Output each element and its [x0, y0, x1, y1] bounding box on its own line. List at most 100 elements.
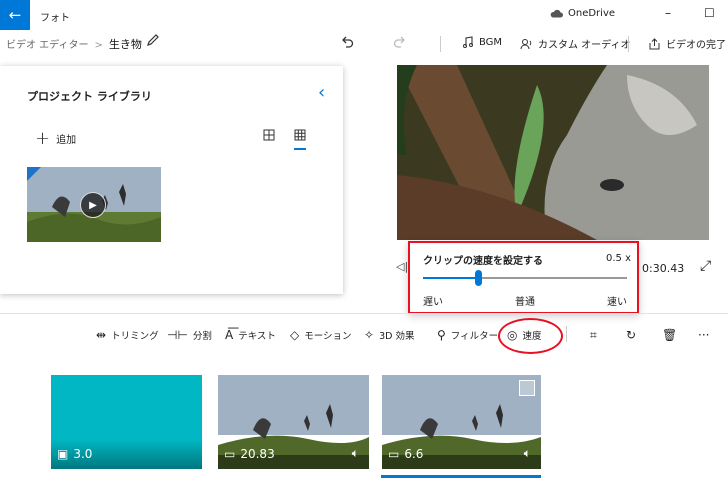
- project-library-panel: プロジェクト ライブラリ ‹ + 追加 ▶: [0, 66, 343, 294]
- breadcrumb-parent[interactable]: ビデオ エディター: [6, 40, 88, 51]
- motion-label: モーション: [304, 331, 352, 342]
- rewind-icon: ◁|: [396, 260, 409, 273]
- onedrive-label: OneDrive: [568, 8, 616, 19]
- toolbar-divider: [566, 326, 567, 342]
- export-icon: [649, 37, 660, 49]
- back-arrow-icon: ←: [8, 6, 22, 24]
- trim-icon: ⇹: [96, 328, 107, 342]
- trim-button[interactable]: ⇹ トリミング: [96, 328, 159, 342]
- 3d-effects-label: 3D 効果: [379, 331, 415, 342]
- more-options-button[interactable]: ···: [698, 328, 709, 342]
- clip-speed-popup: クリップの速度を設定する 0.5 x 遅い 普通 速い: [408, 241, 639, 314]
- large-grid-view-button[interactable]: [263, 129, 275, 145]
- clip-duration: ▭ 6.6: [388, 447, 423, 461]
- toolbar-divider: [440, 36, 441, 52]
- filter-button[interactable]: ⚲ フィルター: [437, 328, 498, 342]
- minimize-button[interactable]: –: [665, 6, 671, 20]
- bgm-label: BGM: [479, 36, 503, 48]
- motion-icon: ◇: [290, 328, 300, 342]
- 3d-effects-button[interactable]: ✧ 3D 効果: [364, 328, 414, 342]
- filter-label: フィルター: [450, 331, 499, 342]
- breadcrumb: ビデオ エディター > 生き物: [6, 36, 142, 52]
- sparkle-icon: ✧: [364, 328, 375, 342]
- video-preview[interactable]: [397, 65, 709, 240]
- chevron-left-icon: ‹: [318, 82, 326, 103]
- timeline-clip[interactable]: ▣ 3.0: [51, 375, 202, 469]
- clip-duration-value: 3.0: [73, 447, 93, 461]
- finish-video-button[interactable]: ビデオの完了: [648, 36, 726, 51]
- rotate-icon: ↻: [626, 328, 637, 342]
- volume-icon[interactable]: 🔈︎: [524, 446, 531, 461]
- ellipsis-icon: ···: [698, 328, 710, 342]
- trim-label: トリミング: [111, 331, 159, 342]
- text-button[interactable]: A͞ テキスト: [225, 328, 276, 342]
- trash-icon: 🗑: [662, 328, 678, 342]
- text-icon: A͞: [225, 328, 234, 342]
- speed-label-normal: 普通: [515, 297, 535, 308]
- speed-slider-thumb[interactable]: [475, 270, 483, 286]
- motion-button[interactable]: ◇ モーション: [290, 328, 352, 342]
- timeline-clip-selected[interactable]: ▭ 6.6 🔈︎: [382, 375, 541, 469]
- video-icon: ▭: [388, 447, 400, 461]
- redo-icon: [393, 36, 405, 48]
- undo-icon: [342, 36, 354, 48]
- speed-label-slow: 遅い: [423, 297, 443, 308]
- person-audio-icon: [520, 38, 532, 49]
- grid-3x3-icon: [294, 129, 306, 141]
- finish-video-label: ビデオの完了: [666, 40, 726, 51]
- split-label: 分割: [192, 331, 212, 342]
- clip-duration-value: 20.83: [240, 447, 275, 461]
- split-icon: ⊣⊢: [167, 328, 188, 342]
- rotate-button[interactable]: ↻: [626, 328, 636, 342]
- clip-duration: ▭ 20.83: [224, 447, 275, 461]
- speed-label-fast: 速い: [607, 297, 627, 308]
- rewind-button[interactable]: ◁|: [396, 260, 408, 273]
- grid-2x2-icon: [263, 129, 275, 141]
- text-label: テキスト: [238, 331, 276, 342]
- clip-speed-title: クリップの速度を設定する: [423, 256, 543, 267]
- app-title: フォト: [40, 13, 70, 24]
- undo-button[interactable]: [340, 34, 354, 53]
- koala-preview-image: [397, 65, 709, 240]
- section-divider: [0, 313, 728, 314]
- collapse-library-button[interactable]: ‹: [318, 82, 325, 103]
- music-note-icon: [463, 36, 473, 48]
- add-media-label: 追加: [56, 135, 77, 146]
- add-media-button[interactable]: + 追加: [35, 128, 76, 149]
- toolbar-divider: [628, 36, 629, 52]
- crop-button[interactable]: ⌗: [590, 328, 597, 343]
- rename-button[interactable]: [146, 33, 160, 51]
- breadcrumb-current: 生き物: [108, 38, 142, 51]
- crop-icon: ⌗: [590, 328, 597, 342]
- timeline-clip[interactable]: ▭ 20.83 🔈︎: [218, 375, 369, 469]
- custom-audio-button[interactable]: カスタム オーディオ: [520, 36, 630, 51]
- expand-icon: ⤢: [700, 258, 712, 274]
- clip-duration: ▣ 3.0: [57, 447, 92, 461]
- volume-icon[interactable]: 🔈︎: [352, 446, 359, 461]
- plus-icon: +: [35, 128, 51, 149]
- image-icon: ▣: [57, 447, 69, 461]
- clip-speed-value: 0.5 x: [606, 253, 631, 264]
- back-button[interactable]: ←: [0, 0, 30, 30]
- custom-audio-label: カスタム オーディオ: [538, 40, 631, 51]
- maximize-button[interactable]: ☐: [704, 6, 715, 20]
- delete-button[interactable]: 🗑: [662, 328, 677, 342]
- speed-slider-fill: [423, 277, 479, 279]
- pencil-icon: [147, 34, 159, 46]
- filter-icon: ⚲: [437, 328, 446, 342]
- cloud-icon: [550, 9, 563, 18]
- speed-highlight-ring: [498, 318, 563, 354]
- onedrive-status[interactable]: OneDrive: [550, 8, 615, 19]
- split-button[interactable]: ⊣⊢ 分割: [167, 328, 212, 342]
- redo-button[interactable]: [393, 34, 407, 53]
- small-grid-view-button[interactable]: [294, 129, 306, 150]
- selected-clip-indicator: [381, 475, 541, 478]
- clip-select-checkbox[interactable]: [519, 380, 535, 396]
- fullscreen-button[interactable]: ⤢: [700, 258, 711, 274]
- library-media-item[interactable]: ▶: [27, 167, 161, 242]
- video-icon: ▭: [224, 447, 236, 461]
- project-library-title: プロジェクト ライブラリ: [27, 90, 152, 103]
- bgm-button[interactable]: BGM: [462, 36, 502, 48]
- play-icon[interactable]: ▶: [80, 192, 106, 218]
- clip-duration-value: 6.6: [404, 447, 424, 461]
